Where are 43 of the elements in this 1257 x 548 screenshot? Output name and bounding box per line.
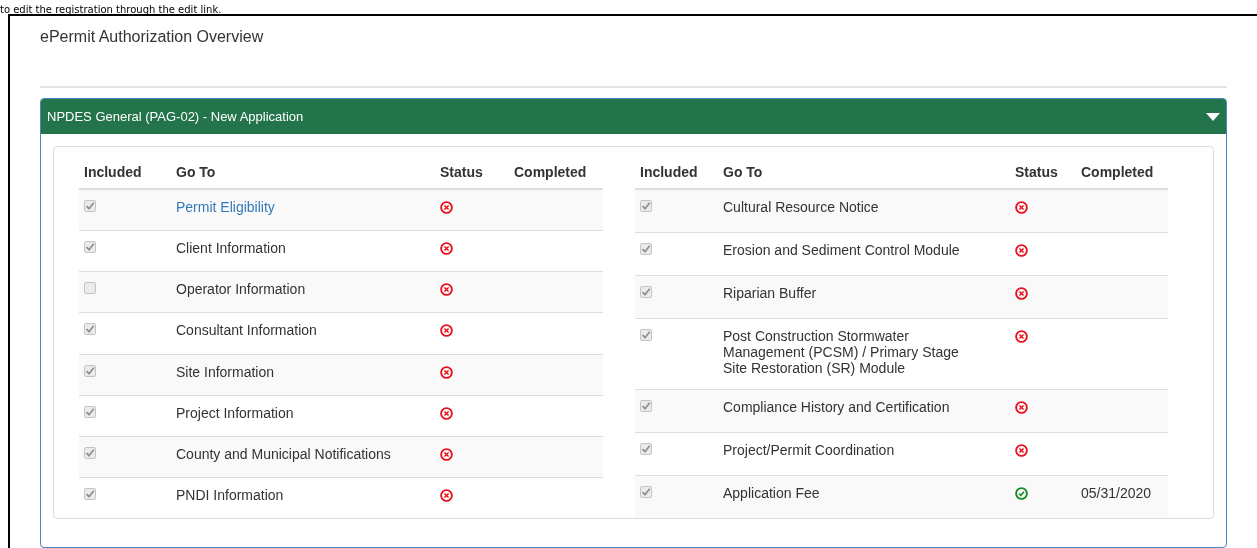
checkbox[interactable] xyxy=(84,241,96,254)
section-name: Cultural Resource Notice xyxy=(723,199,880,215)
section-link[interactable]: Permit Eligibility xyxy=(176,199,275,215)
checkbox[interactable] xyxy=(640,242,652,255)
section-name: Compliance History and Certification xyxy=(723,399,951,416)
checkbox[interactable] xyxy=(640,443,652,456)
checkbox[interactable] xyxy=(640,328,652,341)
column-header: Completed xyxy=(514,164,587,180)
checkbox[interactable] xyxy=(84,323,96,336)
checkbox[interactable] xyxy=(84,282,96,295)
checkbox[interactable] xyxy=(84,405,96,418)
column-header: Included xyxy=(84,164,142,180)
column-header: Go To xyxy=(176,164,216,180)
page-title: ePermit Authorization Overview xyxy=(40,28,264,45)
column-header: Status xyxy=(440,164,483,180)
column-header: Completed xyxy=(1081,164,1154,180)
section-name: Application Fee xyxy=(723,485,821,502)
checkbox[interactable] xyxy=(84,446,96,459)
checkbox[interactable] xyxy=(84,364,96,377)
checkbox[interactable] xyxy=(640,200,652,212)
column-header: Included xyxy=(640,164,698,180)
section-name: Project Information xyxy=(176,404,294,421)
checkbox[interactable] xyxy=(84,200,96,212)
section-name: Consultant Information xyxy=(176,322,317,339)
section-name: County and Municipal Notifications xyxy=(176,445,391,462)
section-name: Operator Information xyxy=(176,281,306,298)
section-name: Erosion and Sediment Control Module xyxy=(723,241,961,258)
panel-header[interactable]: NPDES General (PAG-02) - New Application xyxy=(41,99,1226,134)
checkbox[interactable] xyxy=(84,487,96,500)
completed-date: 05/31/2020 xyxy=(1081,485,1152,502)
section-name: Client Information xyxy=(176,240,286,257)
caret-icon[interactable] xyxy=(1206,112,1220,121)
section-name: Post Construction Stormwater Management (PCSM) / Primary Stage Site Restoration (SR) Module xyxy=(723,327,960,376)
column-header: Status xyxy=(1015,164,1058,180)
column-header: Go To xyxy=(723,164,763,180)
section-name: Riparian Buffer xyxy=(723,284,818,301)
checkbox[interactable] xyxy=(640,400,652,413)
checkbox[interactable] xyxy=(640,285,652,298)
section-name: Project/Permit Coordination xyxy=(723,442,896,459)
intro-text: to edit the registration through the edit link. xyxy=(0,4,222,16)
checkbox[interactable] xyxy=(640,486,652,499)
section-name: Site Information xyxy=(176,363,275,380)
section-name: PNDI Information xyxy=(176,486,284,503)
